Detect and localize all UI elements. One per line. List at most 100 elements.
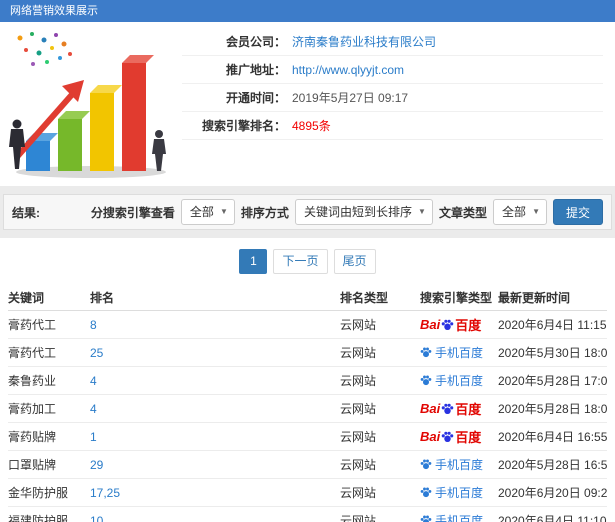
rank-link[interactable]: 1 (90, 430, 97, 444)
info-row: 开通时间： 2019年5月27日 09:17 (182, 84, 603, 112)
info-value: 4895条 (292, 117, 331, 134)
rank-type-cell: 云网站 (340, 479, 420, 507)
rank-type-cell: 云网站 (340, 451, 420, 479)
baidu-hanzi-text: 百度 (455, 427, 481, 446)
info-label: 推广地址： (182, 61, 286, 78)
caret-down-icon: ▼ (220, 200, 228, 224)
baidu-logo: Bai 百度 (420, 427, 481, 446)
chart-wrap (0, 22, 182, 186)
table-row: 膏药代工 25 云网站 手机百度 2020年5月30日 18:06 (8, 339, 607, 367)
keyword-cell: 膏药贴牌 (8, 423, 90, 451)
mobile-baidu-label: 手机百度 (435, 344, 483, 361)
filter-panel: 结果: 分搜索引擎查看 全部 ▼ 排序方式 关键词由短到长排序 ▼ 文章类型 全… (3, 194, 612, 230)
engine-cell: 手机百度 (420, 479, 498, 507)
info-label: 开通时间： (182, 89, 286, 106)
page-header: 网络营销效果展示 (0, 0, 615, 22)
pagination: 1 下一页 尾页 (0, 238, 615, 284)
baidu-hanzi-text: 百度 (455, 315, 481, 334)
mobile-baidu-label: 手机百度 (435, 372, 483, 389)
bars-icon (26, 55, 154, 171)
rank-type-cell: 云网站 (340, 423, 420, 451)
header-engine-type: 搜索引擎类型 (420, 284, 498, 311)
engine-cell: Bai 百度 (420, 395, 498, 423)
confetti-dots-icon (18, 32, 73, 66)
article-type-select[interactable]: 全部 ▼ (493, 199, 547, 225)
mobile-baidu-label: 手机百度 (435, 484, 483, 501)
mobile-baidu-paw-icon (420, 346, 432, 358)
article-type-label: 文章类型 (439, 204, 487, 221)
table-row: 膏药代工 8 云网站 Bai 百度 2020年6月4日 11:15 (8, 311, 607, 339)
rank-link[interactable]: 4 (90, 402, 97, 416)
rank-link[interactable]: 4 (90, 374, 97, 388)
baidu-latin-text: Bai (420, 317, 440, 332)
rank-cell: 4 (90, 367, 340, 395)
keyword-cell: 膏药加工 (8, 395, 90, 423)
pagination-next-button[interactable]: 下一页 (273, 249, 327, 274)
baidu-logo: Bai 百度 (420, 315, 481, 334)
rank-type-cell: 云网站 (340, 367, 420, 395)
table-row: 金华防护服 17,25 云网站 手机百度 2020年6月20日 09:25 (8, 479, 607, 507)
engine-filter-label: 分搜索引擎查看 (91, 204, 175, 221)
header-rank: 排名 (90, 284, 340, 311)
rank-link[interactable]: 17,25 (90, 486, 120, 500)
table-row: 膏药贴牌 1 云网站 Bai 百度 2020年6月4日 16:55 (8, 423, 607, 451)
sort-select[interactable]: 关键词由短到长排序 ▼ (295, 199, 433, 225)
mobile-baidu-paw-icon (420, 374, 432, 386)
rank-link[interactable]: 25 (90, 346, 103, 360)
info-label: 搜索引擎排名： (182, 117, 286, 134)
mobile-baidu-label: 手机百度 (435, 512, 483, 522)
info-value[interactable]: http://www.qlyyjt.com (292, 63, 404, 77)
info-table: 会员公司： 济南秦鲁药业科技有限公司 推广地址： http://www.qlyy… (182, 22, 615, 186)
caret-down-icon: ▼ (418, 200, 426, 224)
keyword-cell: 秦鲁药业 (8, 367, 90, 395)
baidu-paw-icon (441, 430, 454, 443)
info-row: 会员公司： 济南秦鲁药业科技有限公司 (182, 28, 603, 56)
engine-cell: Bai 百度 (420, 311, 498, 339)
rank-link[interactable]: 8 (90, 318, 97, 332)
header-keyword: 关键词 (8, 284, 90, 311)
mobile-baidu-logo: 手机百度 (420, 456, 483, 473)
sort-filter-label: 排序方式 (241, 204, 289, 221)
top-panel: 会员公司： 济南秦鲁药业科技有限公司 推广地址： http://www.qlyy… (0, 22, 615, 186)
pagination-page-1[interactable]: 1 (239, 249, 267, 274)
table-row: 口罩贴牌 29 云网站 手机百度 2020年5月28日 16:55 (8, 451, 607, 479)
mobile-baidu-logo: 手机百度 (420, 484, 483, 501)
mobile-baidu-logo: 手机百度 (420, 344, 483, 361)
baidu-paw-icon (441, 318, 454, 331)
rank-cell: 1 (90, 423, 340, 451)
filter-controls: 分搜索引擎查看 全部 ▼ 排序方式 关键词由短到长排序 ▼ 文章类型 全部 ▼ … (91, 199, 603, 225)
header-rank-type: 排名类型 (340, 284, 420, 311)
table-row: 秦鲁药业 4 云网站 手机百度 2020年5月28日 17:02 (8, 367, 607, 395)
info-row: 推广地址： http://www.qlyyjt.com (182, 56, 603, 84)
rank-link[interactable]: 10 (90, 514, 103, 522)
page-title: 网络营销效果展示 (10, 5, 98, 17)
rank-cell: 4 (90, 395, 340, 423)
info-value[interactable]: 济南秦鲁药业科技有限公司 (292, 33, 436, 50)
info-value: 2019年5月27日 09:17 (292, 89, 408, 106)
rank-type-cell: 云网站 (340, 339, 420, 367)
update-time-cell: 2020年6月4日 16:55 (498, 423, 607, 451)
pagination-last-button[interactable]: 尾页 (334, 249, 376, 274)
caret-down-icon: ▼ (532, 200, 540, 224)
rank-cell: 17,25 (90, 479, 340, 507)
rank-type-cell: 云网站 (340, 395, 420, 423)
result-label: 结果: (12, 204, 40, 221)
keyword-cell: 金华防护服 (8, 479, 90, 507)
baidu-hanzi-text: 百度 (455, 399, 481, 418)
engine-select[interactable]: 全部 ▼ (181, 199, 235, 225)
table-row: 膏药加工 4 云网站 Bai 百度 2020年5月28日 18:03 (8, 395, 607, 423)
sort-select-value: 关键词由短到长排序 (304, 205, 412, 219)
submit-button[interactable]: 提交 (553, 199, 603, 225)
update-time-cell: 2020年6月20日 09:25 (498, 479, 607, 507)
baidu-paw-icon (441, 402, 454, 415)
person-right-icon (152, 130, 166, 171)
update-time-cell: 2020年6月4日 11:15 (498, 311, 607, 339)
rank-link[interactable]: 29 (90, 458, 103, 472)
keyword-cell: 膏药代工 (8, 339, 90, 367)
rank-type-cell: 云网站 (340, 311, 420, 339)
update-time-cell: 2020年5月30日 18:06 (498, 339, 607, 367)
results-panel: 1 下一页 尾页 关键词 排名 排名类型 搜索引擎类型 最新更新时间 膏药代工 … (0, 238, 615, 522)
update-time-cell: 2020年5月28日 17:02 (498, 367, 607, 395)
baidu-logo: Bai 百度 (420, 399, 481, 418)
table-header-row: 关键词 排名 排名类型 搜索引擎类型 最新更新时间 (8, 284, 607, 311)
